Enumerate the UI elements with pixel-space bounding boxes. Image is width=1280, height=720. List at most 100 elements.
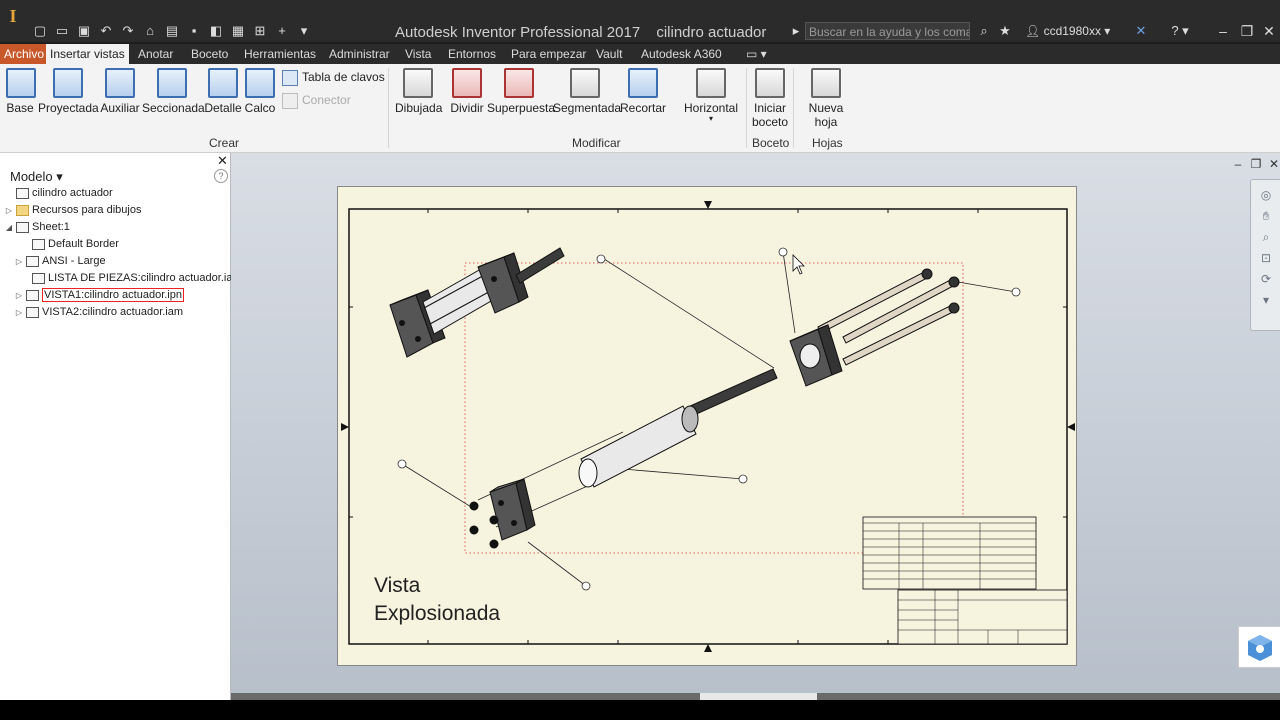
zoom-window-icon[interactable]: ⊡: [1259, 252, 1273, 264]
chevron-down-icon: ▾: [708, 114, 713, 123]
expand-arrow-icon[interactable]: ▸: [790, 22, 802, 40]
assembled-cylinder-view[interactable]: [389, 247, 565, 358]
tab-view[interactable]: Vista: [401, 44, 435, 64]
drawing-sheet[interactable]: Vista Explosionada: [337, 186, 1077, 666]
open-folder-icon[interactable]: ▭: [52, 22, 72, 40]
crop-button[interactable]: Recortar: [620, 68, 666, 115]
tree-item-parts-list[interactable]: LISTA DE PIEZAS:cilindro actuador.iam: [20, 270, 242, 287]
break-button[interactable]: Dividir: [448, 68, 486, 115]
title-block[interactable]: [897, 589, 1068, 645]
parts-list-icon: [32, 272, 45, 284]
canvas-close-icon[interactable]: ✕: [1266, 157, 1280, 171]
collapse-down-icon[interactable]: ◢: [4, 219, 14, 236]
detail-view-button[interactable]: Detalle: [204, 68, 242, 115]
browser-title[interactable]: Modelo ▾: [10, 169, 63, 185]
tree-item-view1[interactable]: ▷ VISTA1:cilindro actuador.ipn: [14, 287, 184, 304]
tab-a360[interactable]: Autodesk A360: [637, 44, 726, 64]
ribbon-display-toggle-icon[interactable]: ▭ ▾: [742, 44, 771, 64]
inventor-logo-icon[interactable]: I: [4, 4, 22, 28]
tab-getting-started[interactable]: Para empezar: [507, 44, 590, 64]
overlay-view-button[interactable]: Calco: [244, 68, 276, 115]
redo-icon[interactable]: ↷: [118, 22, 138, 40]
close-icon[interactable]: ✕: [1258, 22, 1280, 40]
expand-right-icon[interactable]: ▷: [14, 253, 24, 270]
quick-access-toolbar: ▢ ▭ ▣ ↶ ↷ ⌂ ▤ ▪ ◧ ▦ ⊞ + ▾: [30, 22, 314, 40]
help-icon[interactable]: ? ▾: [1166, 22, 1194, 40]
expand-right-icon[interactable]: ▷: [14, 304, 24, 321]
steering-wheel-icon[interactable]: ◎: [1259, 189, 1273, 201]
tree-item-sheet[interactable]: ◢ Sheet:1: [4, 219, 70, 236]
print-icon[interactable]: ▤: [162, 22, 182, 40]
measure-icon[interactable]: ▦: [228, 22, 248, 40]
search-icon[interactable]: ⌕: [975, 22, 993, 40]
tree-item-drawing-resources[interactable]: ▷ Recursos para dibujos: [4, 202, 142, 219]
border-icon: [32, 238, 45, 250]
base-view-button[interactable]: Base: [6, 68, 36, 115]
tab-tools[interactable]: Herramientas: [240, 44, 320, 64]
tree-item-title-block[interactable]: ▷ ANSI - Large: [14, 253, 106, 270]
home-icon[interactable]: ⌂: [140, 22, 160, 40]
add-icon[interactable]: +: [272, 22, 292, 40]
break-out-button[interactable]: Dibujada: [395, 68, 442, 115]
slice-icon: [570, 68, 600, 98]
nailboard-icon: [282, 70, 298, 86]
panel-label-modify: Modificar: [572, 136, 621, 150]
canvas-restore-icon[interactable]: ❐: [1248, 157, 1264, 171]
nailboard-button[interactable]: Tabla de clavos: [282, 70, 385, 86]
tie-rods[interactable]: [817, 268, 960, 366]
save-icon[interactable]: ▣: [74, 22, 94, 40]
horizontal-scrollbar[interactable]: [231, 693, 1280, 700]
orbit-icon[interactable]: ⟳: [1259, 273, 1273, 285]
new-file-icon[interactable]: ▢: [30, 22, 50, 40]
expand-right-icon[interactable]: ▷: [14, 287, 24, 304]
browser-close-icon[interactable]: ✕: [217, 153, 228, 169]
tab-vault[interactable]: Vault: [592, 44, 626, 64]
projected-view-button[interactable]: Proyectada: [38, 68, 99, 115]
customize-qat-icon[interactable]: ▾: [294, 22, 314, 40]
material-icon[interactable]: ▪: [184, 22, 204, 40]
piston-rod[interactable]: [687, 368, 778, 417]
restore-icon[interactable]: ❐: [1236, 22, 1258, 40]
canvas-minimize-icon[interactable]: –: [1230, 157, 1246, 171]
tree-item-view2[interactable]: ▷ VISTA2:cilindro actuador.iam: [14, 304, 183, 321]
start-sketch-button[interactable]: Iniciar boceto: [750, 68, 790, 129]
appearance-icon[interactable]: ◧: [206, 22, 226, 40]
cylinder-barrel[interactable]: [578, 405, 699, 488]
auxiliary-view-button[interactable]: Auxiliar: [100, 68, 140, 115]
zoom-icon[interactable]: ⌕: [1259, 231, 1273, 243]
tab-annotate[interactable]: Anotar: [134, 44, 177, 64]
user-name: ccd1980xx: [1043, 24, 1101, 38]
horizontal-align-button[interactable]: Horizontal ▾: [684, 68, 738, 123]
tab-manage[interactable]: Administrar: [325, 44, 394, 64]
viewcube-badge-icon[interactable]: [1238, 626, 1280, 668]
expand-right-icon[interactable]: ▷: [4, 202, 14, 219]
section-view-button[interactable]: Seccionada: [142, 68, 205, 115]
minimize-icon[interactable]: –: [1212, 22, 1234, 40]
view-caption-line1[interactable]: Vista: [374, 574, 421, 597]
parts-list-table[interactable]: [862, 516, 1037, 590]
overlay-modify-button[interactable]: Superpuesta: [487, 68, 555, 115]
tab-insert-views[interactable]: Insertar vistas: [46, 44, 129, 64]
tab-environments[interactable]: Entornos: [444, 44, 500, 64]
exchange-apps-icon[interactable]: ✕: [1132, 22, 1150, 40]
tab-sketch[interactable]: Boceto: [187, 44, 232, 64]
tree-item-drawing[interactable]: cilindro actuador: [4, 185, 113, 202]
update-icon[interactable]: ⊞: [250, 22, 270, 40]
bottom-strip: [0, 700, 1280, 720]
tree-item-border[interactable]: Default Border: [20, 236, 119, 253]
tab-file[interactable]: Archivo: [0, 44, 49, 64]
pan-hand-icon[interactable]: ✋︎: [1259, 210, 1273, 222]
navbar-menu-icon[interactable]: ▾: [1259, 294, 1273, 306]
view-caption-line2[interactable]: Explosionada: [374, 602, 500, 625]
favorites-star-icon[interactable]: ★: [996, 22, 1014, 40]
undo-icon[interactable]: ↶: [96, 22, 116, 40]
scrollbar-thumb[interactable]: [700, 693, 817, 700]
graphics-window[interactable]: – ❐ ✕ Vista Explosionada ◎ ✋︎ ⌕ ⊡ ⟳ ▾: [231, 153, 1280, 693]
help-search-input[interactable]: Buscar en la ayuda y los comand: [805, 22, 970, 40]
new-sheet-button[interactable]: Nueva hoja: [796, 68, 856, 129]
user-account[interactable]: 👤︎ ccd1980xx ▾: [1025, 22, 1110, 40]
rear-end-cap[interactable]: [789, 324, 843, 387]
front-end-cap[interactable]: [489, 478, 536, 541]
browser-help-icon[interactable]: ?: [214, 169, 228, 183]
slice-button[interactable]: Segmentada: [553, 68, 621, 115]
